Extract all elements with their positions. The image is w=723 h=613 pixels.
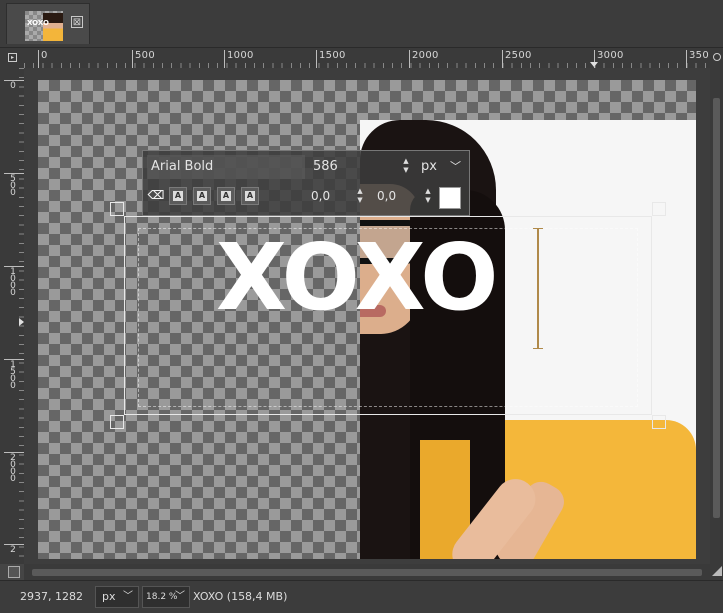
unit-value: px [421, 159, 437, 174]
image-canvas[interactable]: XOXO Arial Bold 586 ▲ ▼ px ﹀ ⌫ A A A A 0,… [38, 80, 696, 559]
text-cursor-cap [533, 348, 543, 349]
font-size-input[interactable]: 586 [309, 155, 413, 179]
bold-button[interactable]: A [169, 187, 187, 205]
ruler-tick [132, 50, 133, 68]
horizontal-ruler: 0 500 1000 1500 2000 2500 3000 350 [24, 48, 710, 68]
ruler-label: 1000 [10, 267, 16, 298]
status-bar: 2937, 1282 px ﹀ 18.2 % ﹀ XOXO (158,4 MB) [0, 580, 723, 613]
navigate-icon[interactable] [8, 566, 20, 578]
ruler-tick [686, 50, 687, 68]
vertical-scrollbar[interactable] [710, 68, 723, 564]
ruler-tick [316, 50, 317, 68]
ruler-label: 2000 [412, 50, 439, 61]
on-canvas-text-toolbar: Arial Bold 586 ▲ ▼ px ﹀ ⌫ A A A A 0,0 ▲ ▼ … [142, 150, 470, 216]
bold-icon: A [173, 191, 183, 201]
ruler-tick [224, 50, 225, 68]
font-selector[interactable]: Arial Bold [147, 155, 305, 179]
chevron-down-icon: ﹀ [450, 160, 461, 173]
resize-grip-icon[interactable] [712, 566, 722, 576]
spinner-arrows-icon[interactable]: ▲ ▼ [423, 187, 433, 205]
italic-button[interactable]: A [193, 187, 211, 205]
ruler-label: 2 [10, 545, 16, 555]
text-cursor-cap [533, 228, 543, 229]
quick-mask-corner: ▸ [0, 48, 24, 68]
ruler-tick [38, 50, 39, 68]
baseline-input[interactable]: 0,0 [311, 189, 330, 203]
resize-handle-bottom-left[interactable] [110, 415, 124, 429]
strikethrough-button[interactable]: A [241, 187, 259, 205]
strikethrough-icon: A [245, 191, 255, 201]
ruler-label: 500 [10, 174, 16, 198]
close-icon[interactable]: ⊠ [71, 16, 83, 28]
zoom-value: 18.2 % [146, 592, 178, 602]
thumbnail-photo [43, 13, 63, 41]
zoom-icon[interactable] [710, 48, 723, 68]
chevron-down-icon: ﹀ [123, 591, 133, 602]
unit-dropdown[interactable]: px ﹀ [417, 155, 467, 179]
pointer-position-marker [590, 62, 598, 67]
ruler-label: 350 [689, 50, 709, 61]
ruler-tick [502, 50, 503, 68]
ruler-label: 0 [41, 50, 48, 61]
image-info: XOXO (158,4 MB) [193, 590, 288, 603]
chevron-down-icon: ﹀ [175, 591, 185, 602]
image-thumbnail: XOXO [25, 11, 63, 41]
resize-handle-bottom-right[interactable] [652, 415, 666, 429]
spinner-arrows-icon[interactable]: ▲ ▼ [401, 157, 411, 177]
ruler-label: 3000 [597, 50, 624, 61]
pointer-coordinates: 2937, 1282 [20, 590, 83, 603]
clear-style-button[interactable]: ⌫ [147, 187, 165, 205]
zoom-ring [713, 53, 721, 61]
ruler-label: 0 [10, 81, 16, 91]
ruler-label: 1000 [227, 50, 254, 61]
ruler-label: 1500 [319, 50, 346, 61]
thumbnail-text: XOXO [27, 19, 49, 27]
spinner-arrows-icon[interactable]: ▲ ▼ [355, 187, 365, 205]
text-layer-content[interactable]: XOXO [216, 228, 498, 328]
kerning-input[interactable]: 0,0 [377, 189, 396, 203]
resize-handle-top-right[interactable] [652, 202, 666, 216]
canvas-viewport[interactable]: XOXO Arial Bold 586 ▲ ▼ px ﹀ ⌫ A A A A 0,… [24, 68, 710, 564]
text-cursor [537, 228, 539, 348]
ruler-label: 500 [135, 50, 155, 61]
underline-button[interactable]: A [217, 187, 235, 205]
unit-value: px [102, 590, 116, 603]
underline-icon: A [221, 191, 231, 201]
menu-arrow-icon[interactable]: ▸ [8, 53, 17, 62]
ruler-label: 2000 [10, 453, 16, 484]
ruler-tick [409, 50, 410, 68]
unit-selector[interactable]: px ﹀ [95, 586, 139, 608]
horizontal-scrollbar[interactable] [24, 564, 723, 580]
zoom-selector[interactable]: 18.2 % ﹀ [142, 586, 190, 608]
image-tab[interactable]: XOXO ⊠ [6, 3, 90, 44]
image-tab-bar: XOXO ⊠ [0, 0, 723, 48]
scrollbar-thumb[interactable] [32, 569, 702, 576]
italic-icon: A [197, 191, 207, 201]
scrollbar-thumb[interactable] [713, 98, 720, 518]
resize-handle-top-left[interactable] [110, 202, 124, 216]
text-color-swatch[interactable] [439, 187, 461, 209]
vertical-ruler: 0 500 1000 1500 2000 2 [0, 68, 24, 564]
ruler-label: 1500 [10, 360, 16, 391]
ruler-label: 2500 [505, 50, 532, 61]
